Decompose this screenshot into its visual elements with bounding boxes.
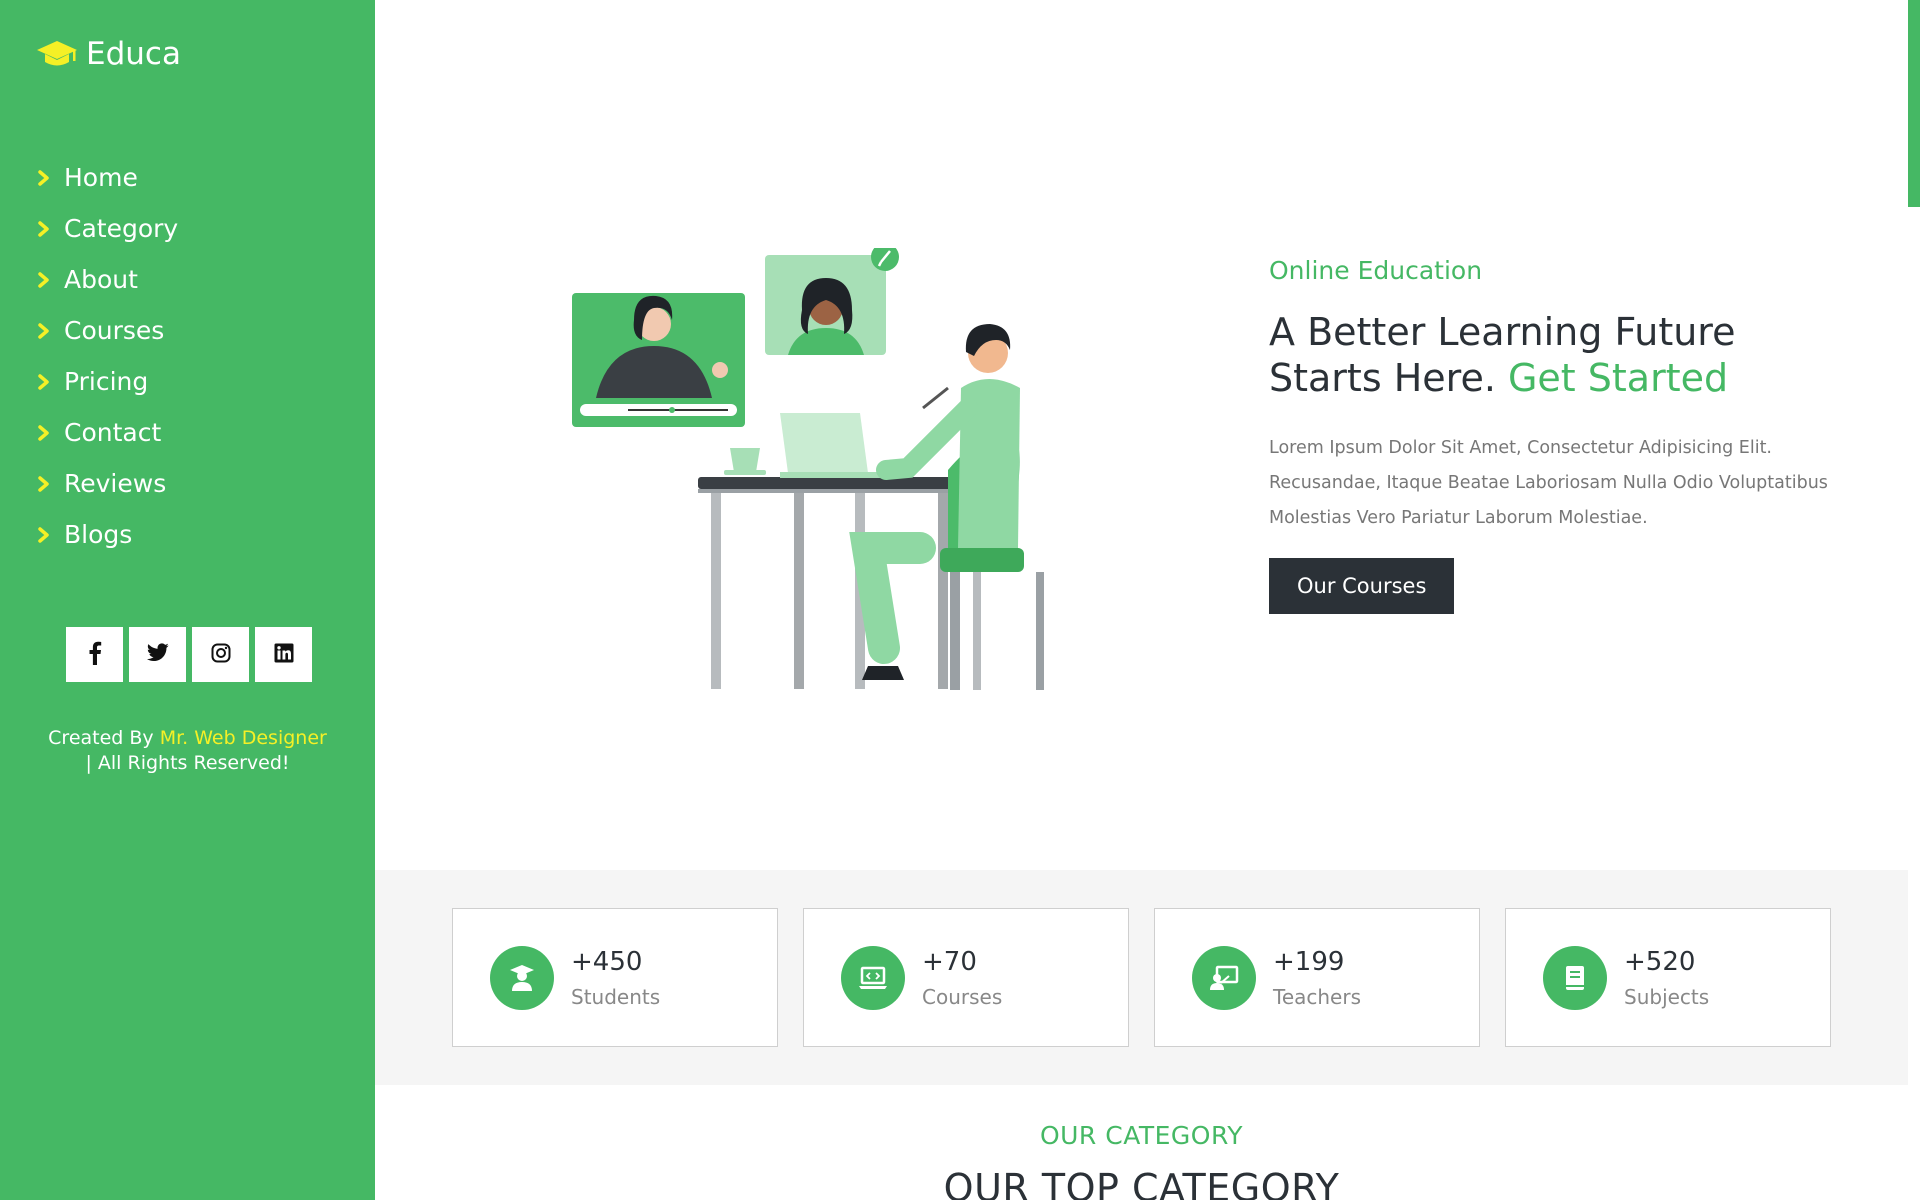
- nav-item-home[interactable]: Home: [38, 152, 178, 203]
- stat-card-teachers: +199 Teachers: [1154, 908, 1480, 1047]
- instagram-button[interactable]: [192, 627, 249, 682]
- nav-item-contact[interactable]: Contact: [38, 407, 178, 458]
- nav-label: Pricing: [64, 367, 149, 396]
- stat-value: +520: [1624, 947, 1696, 977]
- stat-card-students: +450 Students: [452, 908, 778, 1047]
- credit-author-link[interactable]: Mr. Web Designer: [160, 727, 327, 749]
- our-courses-button[interactable]: Our Courses: [1269, 558, 1455, 614]
- chevron-right-icon: [38, 169, 50, 186]
- stat-card-subjects: +520 Subjects: [1505, 908, 1831, 1047]
- credit-suffix: | All Rights Reserved!: [85, 752, 290, 774]
- hero-illustration: [568, 243, 1094, 692]
- hero-title-accent: Get Started: [1507, 356, 1729, 400]
- chevron-right-icon: [38, 322, 50, 339]
- sidebar-nav: Home Category About Courses Pricing Cont…: [38, 152, 178, 560]
- instagram-icon: [211, 643, 231, 667]
- stat-label: Students: [571, 985, 661, 1009]
- scroll-indicator[interactable]: [1908, 0, 1920, 207]
- social-links: [66, 627, 312, 682]
- stat-value: +70: [922, 947, 977, 977]
- category-kicker: OUR CATEGORY: [1039, 1121, 1244, 1150]
- stat-label: Courses: [922, 985, 1003, 1009]
- brand-logo[interactable]: Educa: [36, 36, 181, 72]
- chevron-right-icon: [38, 271, 50, 288]
- nav-label: Home: [64, 163, 138, 192]
- nav-item-pricing[interactable]: Pricing: [38, 356, 178, 407]
- nav-label: Courses: [64, 316, 165, 345]
- stat-label: Subjects: [1624, 985, 1710, 1009]
- hero-kicker: Online Education: [1269, 256, 1483, 285]
- facebook-button[interactable]: [66, 627, 123, 682]
- stat-label: Teachers: [1273, 985, 1361, 1009]
- nav-label: Category: [64, 214, 179, 243]
- nav-label: Contact: [64, 418, 162, 447]
- nav-label: Blogs: [64, 520, 133, 549]
- credit-text: Created By Mr. Web Designer | All Rights…: [0, 726, 375, 776]
- nav-item-blogs[interactable]: Blogs: [38, 509, 178, 560]
- twitter-icon: [146, 643, 169, 666]
- nav-label: Reviews: [64, 469, 167, 498]
- nav-item-courses[interactable]: Courses: [38, 305, 178, 356]
- credit-prefix: Created By: [48, 727, 160, 749]
- chevron-right-icon: [38, 475, 50, 492]
- chevron-right-icon: [38, 220, 50, 237]
- graduation-cap-icon: [36, 39, 78, 69]
- linkedin-button[interactable]: [255, 627, 312, 682]
- book-icon: [1543, 946, 1607, 1010]
- teacher-icon: [1192, 946, 1256, 1010]
- nav-item-about[interactable]: About: [38, 254, 178, 305]
- hero-title-line2: Starts Here.: [1269, 356, 1508, 400]
- twitter-button[interactable]: [129, 627, 186, 682]
- nav-item-category[interactable]: Category: [38, 203, 178, 254]
- nav-label: About: [64, 265, 138, 294]
- chevron-right-icon: [38, 526, 50, 543]
- chevron-right-icon: [38, 373, 50, 390]
- sidebar: Educa Home Category About Courses Pricin…: [0, 0, 375, 1200]
- linkedin-icon: [274, 643, 294, 667]
- hero-title: A Better Learning Future Starts Here. Ge…: [1269, 309, 1869, 401]
- stat-value: +199: [1273, 947, 1345, 977]
- stat-value: +450: [571, 947, 643, 977]
- facebook-icon: [88, 641, 102, 669]
- hero-section: Online Education A Better Learning Futur…: [1269, 256, 1869, 614]
- nav-item-reviews[interactable]: Reviews: [38, 458, 178, 509]
- brand-name: Educa: [86, 36, 181, 72]
- category-title: OUR TOP CATEGORY: [943, 1166, 1340, 1200]
- chevron-right-icon: [38, 424, 50, 441]
- stat-card-courses: +70 Courses: [803, 908, 1129, 1047]
- hero-description: Lorem Ipsum Dolor Sit Amet, Consectetur …: [1269, 438, 1828, 528]
- hero-title-line1: A Better Learning Future: [1269, 310, 1736, 354]
- laptop-code-icon: [841, 946, 905, 1010]
- student-icon: [490, 946, 554, 1010]
- stats-band: +450 Students +70 Courses +199 Teachers …: [375, 870, 1908, 1085]
